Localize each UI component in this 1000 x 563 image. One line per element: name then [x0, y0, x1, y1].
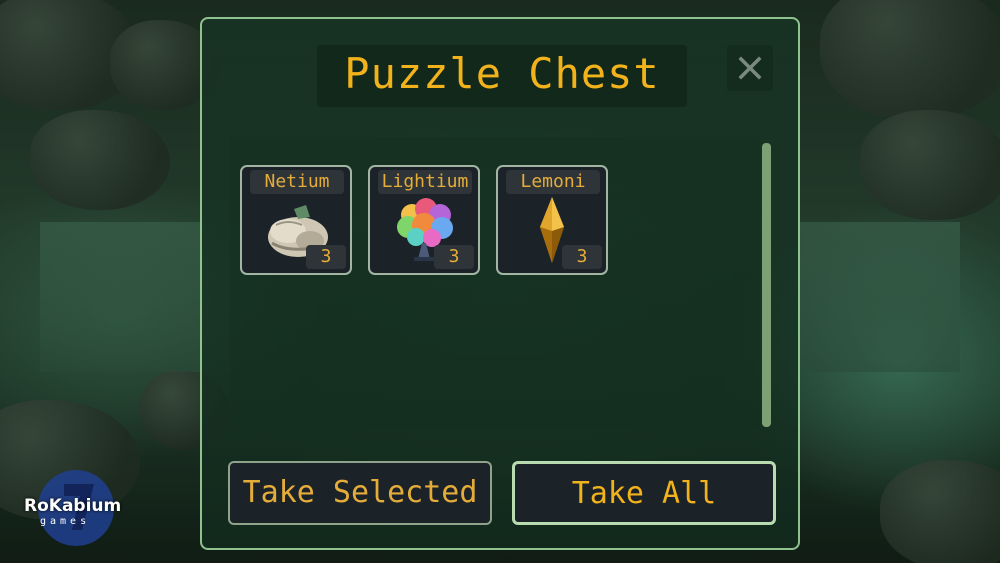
- logo-subtext: games: [40, 516, 91, 527]
- take-selected-button[interactable]: Take Selected: [228, 461, 492, 525]
- close-button[interactable]: [727, 45, 773, 91]
- close-icon: [738, 56, 762, 80]
- item-name: Lemoni: [506, 170, 600, 194]
- item-name: Netium: [250, 170, 344, 194]
- dialog-title: Puzzle Chest: [344, 49, 660, 98]
- logo-text: RoKabium: [24, 496, 122, 516]
- inventory-scrollbar[interactable]: [762, 143, 771, 427]
- item-slot-lightium[interactable]: Lightium 3: [368, 165, 480, 275]
- item-slot-lemoni[interactable]: Lemoni 3: [496, 165, 608, 275]
- item-quantity: 3: [306, 245, 346, 269]
- item-name: Lightium: [378, 170, 472, 194]
- take-all-button[interactable]: Take All: [512, 461, 776, 525]
- item-quantity: 3: [434, 245, 474, 269]
- item-quantity: 3: [562, 245, 602, 269]
- item-slot-netium[interactable]: Netium 3: [240, 165, 352, 275]
- puzzle-chest-dialog: Puzzle Chest Netium 3 Lightium 3 Lemoni …: [200, 17, 800, 550]
- rokabium-logo: RoKabium games: [20, 468, 130, 548]
